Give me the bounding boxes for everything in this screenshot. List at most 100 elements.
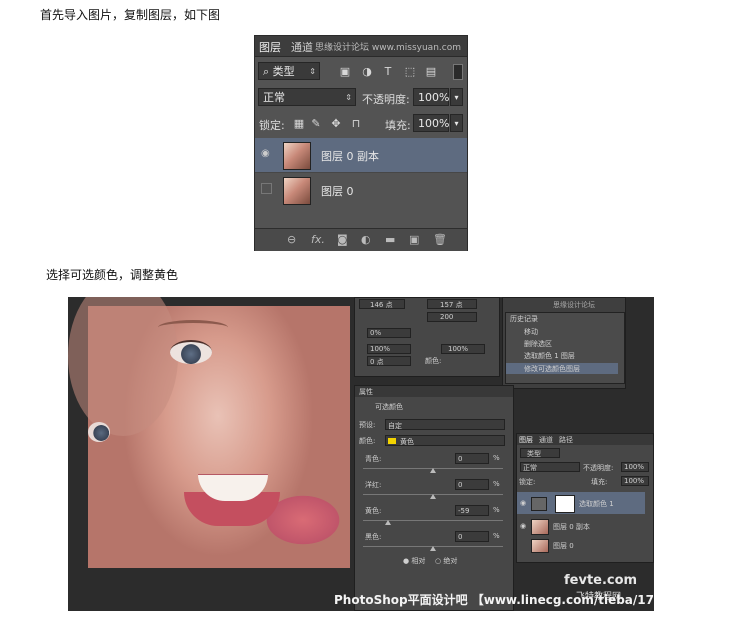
opacity-label: 不透明度:: [362, 93, 410, 106]
adjustment-thumbnail: [531, 497, 547, 511]
opacity-dropdown-button[interactable]: ▾: [450, 88, 463, 106]
colors-value: 黄色: [400, 438, 414, 446]
fill-input[interactable]: 100%: [621, 476, 649, 486]
history-panel-area: 思缘设计论坛 历史记录 移动 删除选区 选取颜色 1 图层 修改可选颜色图层: [502, 297, 626, 389]
eye-icon[interactable]: ◉: [520, 499, 526, 507]
opacity-input[interactable]: 100%: [413, 88, 449, 106]
tracking-field[interactable]: 200: [427, 312, 477, 322]
filter-toggle[interactable]: [453, 64, 463, 80]
properties-title-bar: 属性: [355, 386, 513, 397]
kind-filter-value: 类型: [527, 450, 541, 458]
layer-thumbnail: [531, 519, 549, 535]
hscale-field[interactable]: 100%: [441, 344, 485, 354]
watermark-text: 思缘设计论坛 www.missyuan.com: [315, 43, 461, 53]
visibility-box[interactable]: [261, 183, 272, 194]
history-watermark: 思缘设计论坛: [553, 301, 595, 309]
slider-knob[interactable]: [430, 546, 436, 551]
tab-channels[interactable]: 通道: [291, 39, 313, 55]
lock-transparent-icon[interactable]: ▦: [293, 118, 305, 130]
slider-knob[interactable]: [385, 520, 391, 525]
trash-icon[interactable]: 🗑: [433, 233, 447, 246]
unit-label: %: [493, 532, 500, 540]
history-item[interactable]: 选取颜色 1 图层: [524, 351, 575, 361]
preset-select[interactable]: 自定: [385, 419, 505, 430]
slider-knob[interactable]: [430, 468, 436, 473]
adjustment-filter-icon[interactable]: ◑: [361, 66, 373, 78]
slider-input[interactable]: -59: [455, 505, 489, 516]
baseline-field[interactable]: 0 点: [367, 356, 411, 366]
slider-input[interactable]: 0: [455, 531, 489, 542]
slider-input[interactable]: 0: [455, 453, 489, 464]
font-size-field[interactable]: 146 点: [359, 299, 405, 309]
pixel-filter-icon[interactable]: ▣: [339, 66, 351, 78]
baseline-value: 0 点: [370, 358, 384, 366]
layer-thumbnail: [283, 142, 311, 170]
hair-shape: [68, 297, 178, 436]
layer-name: 图层 0 副本: [321, 150, 379, 163]
history-item[interactable]: 删除选区: [524, 339, 552, 349]
opacity-input[interactable]: 100%: [621, 462, 649, 472]
history-panel: 历史记录 移动 删除选区 选取颜色 1 图层 修改可选颜色图层: [505, 312, 625, 384]
blend-mode-select[interactable]: 正常 ⇕: [258, 88, 356, 106]
history-item-selected[interactable]: 修改可选颜色图层: [506, 363, 618, 374]
kerning-field[interactable]: 0%: [367, 328, 411, 338]
slider-label: 洋红:: [365, 481, 382, 489]
smart-object-filter-icon[interactable]: ▤: [425, 66, 437, 78]
filter-row: ⌕ 类型 ⇕ ▣ ◑ T ⬚ ▤: [255, 62, 467, 84]
lock-position-icon[interactable]: ✥: [330, 118, 342, 130]
slider-label: 青色:: [365, 455, 382, 463]
slider-knob[interactable]: [430, 494, 436, 499]
blend-mode-select[interactable]: 正常: [520, 462, 580, 472]
slider-label: 黑色:: [365, 533, 382, 541]
search-icon: ⌕: [263, 65, 273, 78]
fx-icon[interactable]: fx.: [311, 233, 325, 246]
slider-track[interactable]: [363, 520, 503, 521]
color-label: 颜色:: [425, 357, 442, 365]
colors-select[interactable]: 黄色: [385, 435, 505, 446]
leading-field[interactable]: 157 点: [427, 299, 477, 309]
banner-text: PhotoShop平面设计吧 【www.linecg.com/tieba/178…: [334, 593, 654, 607]
kerning-value: 0%: [370, 329, 382, 337]
link-icon[interactable]: ⊖: [287, 233, 296, 246]
history-item[interactable]: 移动: [524, 327, 538, 337]
layer-row[interactable]: ◉ 图层 0 副本: [255, 138, 467, 172]
kind-filter-select[interactable]: ⌕ 类型 ⇕: [258, 62, 320, 80]
watermark-site: fevte.com: [564, 573, 638, 588]
slider-value: 0: [458, 481, 463, 489]
lock-label: 锁定:: [519, 478, 536, 486]
leading-value: 157 点: [440, 301, 463, 309]
lock-brush-icon[interactable]: ✎: [310, 118, 322, 130]
slider-input[interactable]: 0: [455, 479, 489, 490]
tab-layers[interactable]: 图层: [519, 435, 533, 445]
layer-row[interactable]: 图层 0: [255, 172, 467, 207]
eye-shape: [170, 340, 212, 364]
layer-row[interactable]: 图层 0: [517, 538, 645, 553]
fill-input[interactable]: 100%: [413, 114, 449, 132]
hscale-value: 100%: [448, 345, 469, 353]
vscale-value: 100%: [370, 345, 391, 353]
eye-icon[interactable]: ◉: [520, 522, 526, 530]
shape-filter-icon[interactable]: ⬚: [404, 66, 416, 78]
kind-filter-select[interactable]: 类型: [520, 448, 560, 458]
vscale-field[interactable]: 100%: [367, 344, 411, 354]
lock-all-icon[interactable]: ⊓: [350, 118, 362, 130]
mask-icon[interactable]: ◙: [337, 233, 348, 246]
new-layer-icon[interactable]: ▣: [409, 233, 419, 246]
folder-icon[interactable]: ▬: [385, 233, 395, 246]
eye-icon[interactable]: ◉: [261, 148, 273, 160]
adjustment-icon[interactable]: ◐: [361, 233, 371, 246]
layer-row[interactable]: ◉ 图层 0 副本: [517, 516, 645, 536]
fill-dropdown-button[interactable]: ▾: [450, 114, 463, 132]
layer-row[interactable]: ◉ 选取颜色 1: [517, 492, 645, 514]
tab-layers[interactable]: 图层: [259, 39, 281, 55]
font-size-value: 146 点: [370, 301, 393, 309]
blend-mode-value: 正常: [263, 91, 285, 104]
caption-step1: 首先导入图片，复制图层，如下图: [40, 8, 221, 22]
properties-header: 可选颜色: [375, 403, 403, 411]
radio-relative[interactable]: ● 相对: [403, 556, 425, 566]
radio-absolute[interactable]: ○ 绝对: [435, 556, 457, 566]
kind-filter-value: 类型: [272, 65, 295, 78]
type-filter-icon[interactable]: T: [382, 66, 394, 78]
tab-paths[interactable]: 路径: [559, 435, 573, 445]
tab-channels[interactable]: 通道: [539, 435, 553, 445]
